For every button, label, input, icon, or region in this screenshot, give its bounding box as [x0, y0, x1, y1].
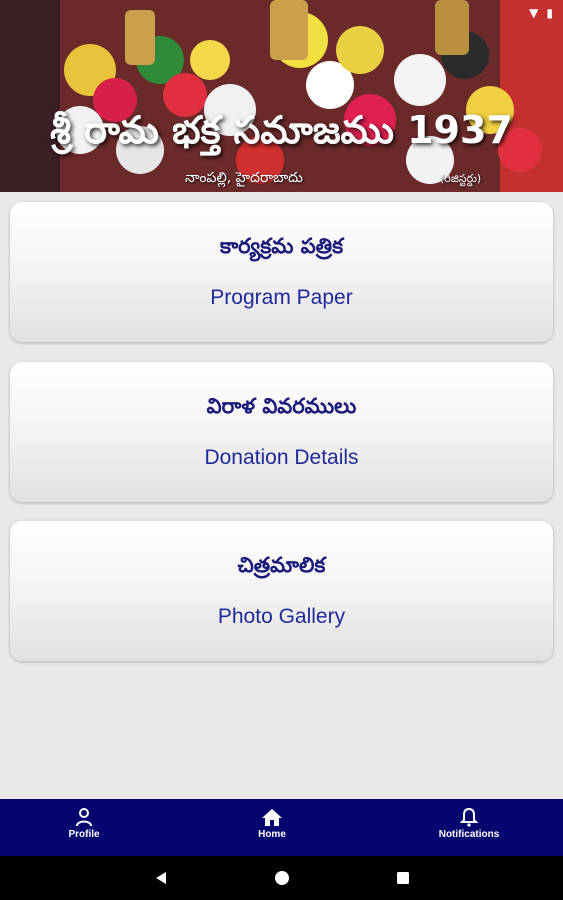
status-bar: ▼ ▮: [529, 6, 553, 20]
bottom-navigation: Profile Home Notifications: [0, 799, 563, 856]
system-navigation-bar: [0, 856, 563, 900]
recents-icon[interactable]: [395, 870, 411, 886]
nav-notifications-label: Notifications: [438, 829, 500, 840]
deity-photo-background: [0, 0, 563, 192]
registered-label: (రిజిస్టర్డు): [440, 172, 482, 185]
photo-gallery-english-label: Photo Gallery: [217, 605, 346, 628]
donation-details-button[interactable]: విరాళ వివరములు Donation Details: [10, 362, 553, 502]
program-paper-telugu-label: కార్యక్రమ పత్రిక: [219, 234, 344, 258]
person-icon: [76, 808, 92, 827]
app-title: శ్రీ రామ భక్త సమాజము 1937: [50, 108, 513, 152]
nav-home-label: Home: [258, 829, 286, 840]
photo-gallery-telugu-label: చిత్రమాలిక: [237, 553, 326, 577]
nav-home[interactable]: Home: [250, 807, 294, 840]
battery-icon: ▮: [546, 6, 553, 20]
wifi-icon: ▼: [529, 6, 539, 20]
program-paper-english-label: Program Paper: [210, 286, 353, 309]
header-banner: ▼ ▮ శ్రీ రామ భక్త సమాజము 1937 నాంపల్లి, …: [0, 0, 563, 192]
home-icon: [262, 809, 282, 826]
back-icon[interactable]: [153, 870, 169, 886]
nav-notifications[interactable]: Notifications: [430, 807, 508, 840]
app-subtitle: నాంపల్లి, హైదరాబాదు: [185, 170, 303, 186]
donation-details-telugu-label: విరాళ వివరములు: [206, 394, 357, 418]
nav-profile-label: Profile: [68, 829, 100, 840]
home-circle-icon[interactable]: [274, 870, 290, 886]
nav-profile[interactable]: Profile: [62, 807, 106, 840]
bell-icon: [460, 807, 478, 827]
program-paper-button[interactable]: కార్యక్రమ పత్రిక Program Paper: [10, 202, 553, 342]
photo-gallery-button[interactable]: చిత్రమాలిక Photo Gallery: [10, 521, 553, 661]
donation-details-english-label: Donation Details: [204, 446, 359, 469]
